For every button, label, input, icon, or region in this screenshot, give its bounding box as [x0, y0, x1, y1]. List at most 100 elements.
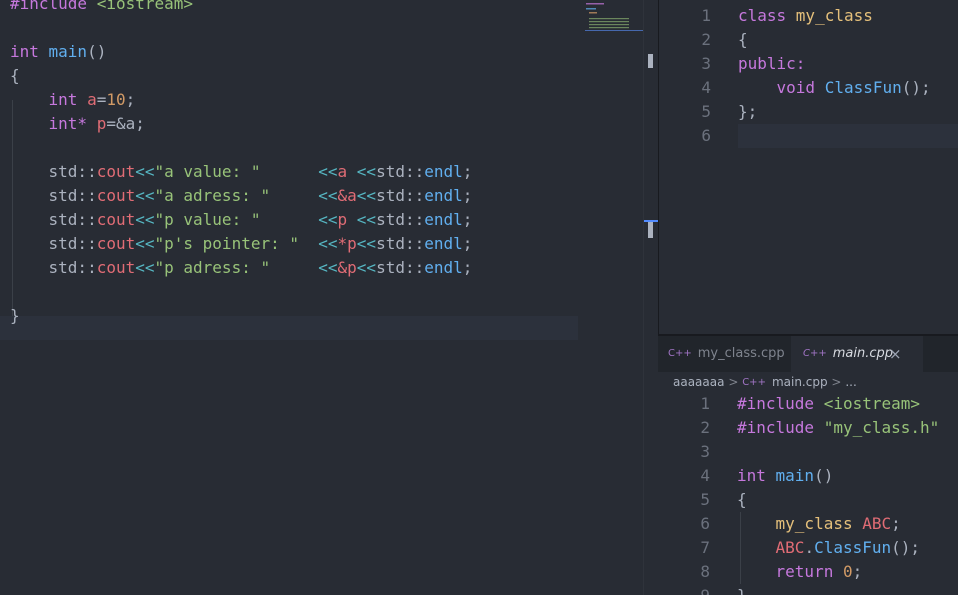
line-number: 5: [700, 490, 710, 509]
line-number: 8: [700, 562, 710, 581]
right-top-editor[interactable]: 1 class my_class 2{3 public: 4 void ClassFun…: [658, 0, 958, 334]
breadcrumb-folder[interactable]: aaaaaaa: [673, 375, 724, 389]
code-text: #include "my_class.h": [737, 416, 939, 440]
code-line: 6 my_class ABC;: [658, 512, 958, 536]
code-token: *p: [337, 234, 357, 253]
code-line: 1 #include <iostream>: [658, 392, 958, 416]
line-number: 7: [700, 538, 710, 557]
code-line: #include <iostream>: [10, 0, 640, 16]
code-token: #include: [737, 394, 824, 413]
right-bottom-editor[interactable]: 1 #include <iostream> 2 #include "my_class.…: [658, 392, 958, 595]
code-token: std::: [10, 234, 97, 253]
code-token: "a value: ": [154, 162, 319, 181]
code-token: a: [337, 162, 357, 181]
code-token: ABC: [737, 538, 805, 557]
code-text: ABC.ClassFun();: [737, 536, 921, 560]
code-token: <<: [318, 258, 338, 277]
breadcrumb-file[interactable]: main.cpp: [772, 375, 828, 389]
line-number: 4: [701, 78, 711, 97]
breadcrumb: aaaaaaa > C++ main.cpp > ...: [673, 372, 857, 392]
code-token: <<: [356, 234, 377, 253]
left-editor[interactable]: #include <iostream> int main(){ int a=10;…: [0, 0, 645, 595]
code-token: std::: [376, 234, 425, 253]
scroll-marker: [648, 54, 653, 68]
chevron-right-icon: >: [831, 375, 842, 389]
code-token: int: [10, 42, 49, 61]
code-token: std::: [376, 258, 425, 277]
code-line: 2 #include "my_class.h": [658, 416, 958, 440]
tab-label: main.cpp: [832, 346, 894, 361]
breadcrumb-more[interactable]: ...: [845, 375, 856, 389]
code-token: ;: [462, 186, 473, 205]
code-token: endl: [424, 210, 463, 229]
line-number: 4: [700, 466, 710, 485]
tab-my-class-cpp[interactable]: C++ my_class.cpp: [658, 336, 800, 372]
cpp-file-icon: C++: [668, 348, 692, 359]
code-token: <<: [356, 186, 377, 205]
code-token: endl: [424, 162, 463, 181]
line-number: 5: [701, 102, 711, 121]
line-number: 6: [701, 126, 711, 145]
tab-bar: C++ my_class.cpp C++ main.cpp ×: [658, 336, 958, 372]
code-token: <<: [318, 210, 338, 229]
code-token: std::: [376, 162, 425, 181]
code-token: ;: [891, 514, 901, 533]
code-token: ;: [125, 90, 136, 109]
code-line: 7 ABC.ClassFun();: [658, 536, 958, 560]
code-line: }: [10, 304, 640, 328]
code-text: };: [738, 100, 757, 124]
code-token: <<: [135, 258, 155, 277]
scroll-marker: [648, 222, 653, 238]
vertical-scrollbar[interactable]: [643, 0, 658, 595]
code-line: 5{: [658, 488, 958, 512]
code-token: class: [738, 6, 796, 25]
code-token: "my_class.h": [823, 418, 940, 437]
code-line: std::cout<<"a adress: " <<&a<<std::endl;: [10, 184, 640, 208]
code-line: std::cout<<"p's pointer: " <<*p<<std::en…: [10, 232, 640, 256]
code-token: std::: [10, 258, 97, 277]
line-number: 1: [701, 6, 711, 25]
line-number: 9: [670, 584, 710, 595]
code-token: <<: [356, 162, 377, 181]
code-text: int main(): [737, 464, 833, 488]
tab-main-cpp[interactable]: C++ main.cpp ×: [791, 336, 923, 372]
code-token: 0: [842, 562, 853, 581]
code-token: ClassFun: [814, 538, 892, 557]
chevron-right-icon: >: [728, 375, 739, 389]
code-token: p: [96, 114, 107, 133]
code-line: 6: [659, 124, 958, 148]
code-line: 4 int main(): [658, 464, 958, 488]
code-token: <<: [135, 234, 155, 253]
code-token: <iostream>: [96, 0, 194, 13]
code-token: endl: [424, 258, 463, 277]
line-number: 3: [701, 54, 711, 73]
code-token: ();: [891, 538, 921, 557]
code-line: std::cout<<"p adress: " <<&p<<std::endl;: [10, 256, 640, 280]
code-line: 8 return 0;: [658, 560, 958, 584]
code-token: (): [814, 466, 834, 485]
minimap-preview: [585, 3, 643, 31]
code-token: <<: [318, 162, 338, 181]
code-text: {: [738, 28, 748, 52]
code-line: int main(): [10, 40, 640, 64]
line-number: 2: [700, 418, 710, 437]
minimap[interactable]: [585, 0, 643, 40]
code-token: ClassFun: [824, 78, 902, 97]
code-line: 1 class my_class: [659, 4, 958, 28]
code-text: {: [737, 488, 747, 512]
code-token: ABC: [862, 514, 892, 533]
code-token: #include: [737, 418, 824, 437]
code-token: p: [337, 210, 357, 229]
code-token: <<: [318, 186, 338, 205]
code-token: cout: [96, 210, 136, 229]
code-token: int*: [10, 114, 97, 133]
code-token: int: [737, 466, 776, 485]
close-icon[interactable]: ×: [889, 336, 902, 372]
code-token: public:: [738, 54, 806, 73]
code-line: 2{: [659, 28, 958, 52]
code-line: 3: [658, 440, 958, 464]
code-token: "p value: ": [154, 210, 319, 229]
code-text: my_class ABC;: [737, 512, 901, 536]
code-token: =&a;: [106, 114, 145, 133]
